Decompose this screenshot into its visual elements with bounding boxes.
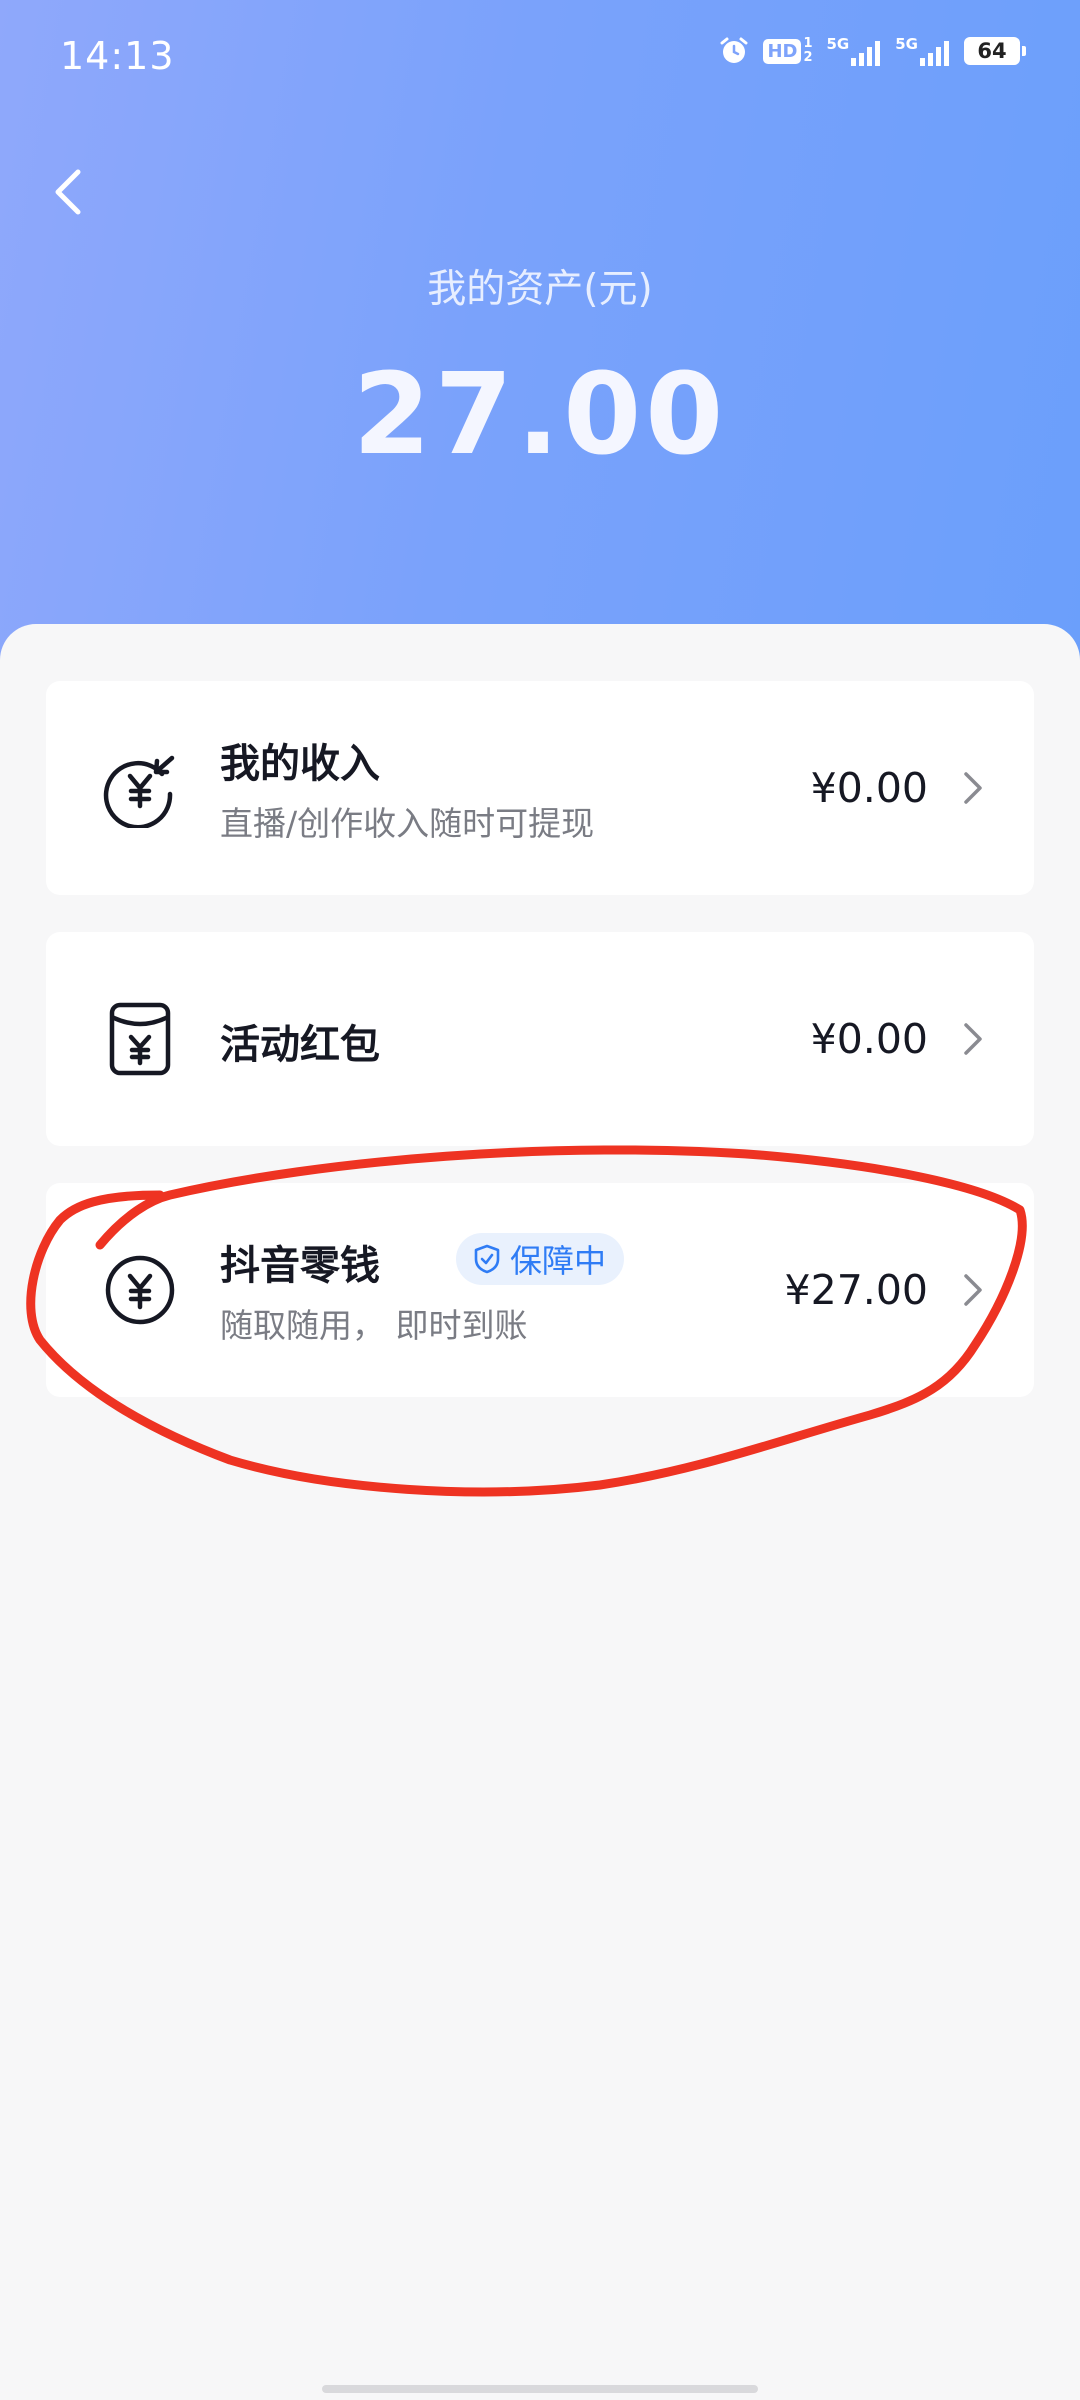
alarm-clock-icon [719,36,749,66]
hd-sub-top: 1 [803,36,813,51]
signal-2-label: 5G [895,34,918,53]
chevron-right-icon [960,1270,986,1310]
asset-list: 我的收入 直播/创作收入随时可提现 ¥0.00 活动红包 ¥0.00 抖音零钱 … [0,624,1080,2400]
income-subtitle: 直播/创作收入随时可提现 [220,804,595,843]
signal-bars-icon [920,38,950,66]
protection-badge: 保障中 [456,1233,625,1285]
chevron-left-icon [55,169,81,215]
hd-voice-icon: HD 1 2 [763,36,813,65]
hd-label: HD [763,38,802,64]
cellular-signal-2: 5G [895,34,950,66]
douyin-wallet-subtitle: 随取随用， 即时到账 [220,1306,528,1345]
douyin-wallet-card[interactable]: 抖音零钱 保障中 随取随用， 即时到账 ¥27.00 [46,1183,1034,1397]
yen-envelope-icon [100,999,180,1079]
income-amount: ¥0.00 [810,764,928,812]
signal-bars-icon [851,38,881,66]
protection-badge-label: 保障中 [510,1242,607,1280]
red-packet-amount: ¥0.00 [810,1015,928,1063]
home-indicator[interactable] [322,2385,758,2393]
battery-icon: 64 [964,37,1026,65]
signal-1-label: 5G [826,34,850,53]
status-icons: HD 1 2 5G 5G 64 [719,34,1026,66]
assets-total-amount: 27.00 [352,350,728,480]
chevron-right-icon [960,1019,986,1059]
income-title: 我的收入 [220,741,380,787]
status-time: 14:13 [60,34,175,78]
red-packet-title: 活动红包 [220,1022,380,1068]
back-button[interactable] [40,160,104,224]
douyin-wallet-title: 抖音零钱 [220,1243,380,1289]
shield-check-icon [474,1244,500,1274]
yen-circle-arrow-icon [100,748,180,828]
yen-circle-icon [100,1250,180,1330]
hd-sub-bottom: 2 [803,50,813,65]
douyin-wallet-amount: ¥27.00 [784,1266,928,1314]
income-card[interactable]: 我的收入 直播/创作收入随时可提现 ¥0.00 [46,681,1034,895]
assets-title: 我的资产(元) [427,267,653,312]
chevron-right-icon [960,768,986,808]
red-packet-card[interactable]: 活动红包 ¥0.00 [46,932,1034,1146]
status-bar: 14:13 HD 1 2 5G 5G 64 [0,0,1080,110]
wallet-assets-screen: 14:13 HD 1 2 5G 5G 64 我的资产(元) 27.00 我的收入… [0,0,1080,2400]
cellular-signal-1: 5G [826,34,882,66]
